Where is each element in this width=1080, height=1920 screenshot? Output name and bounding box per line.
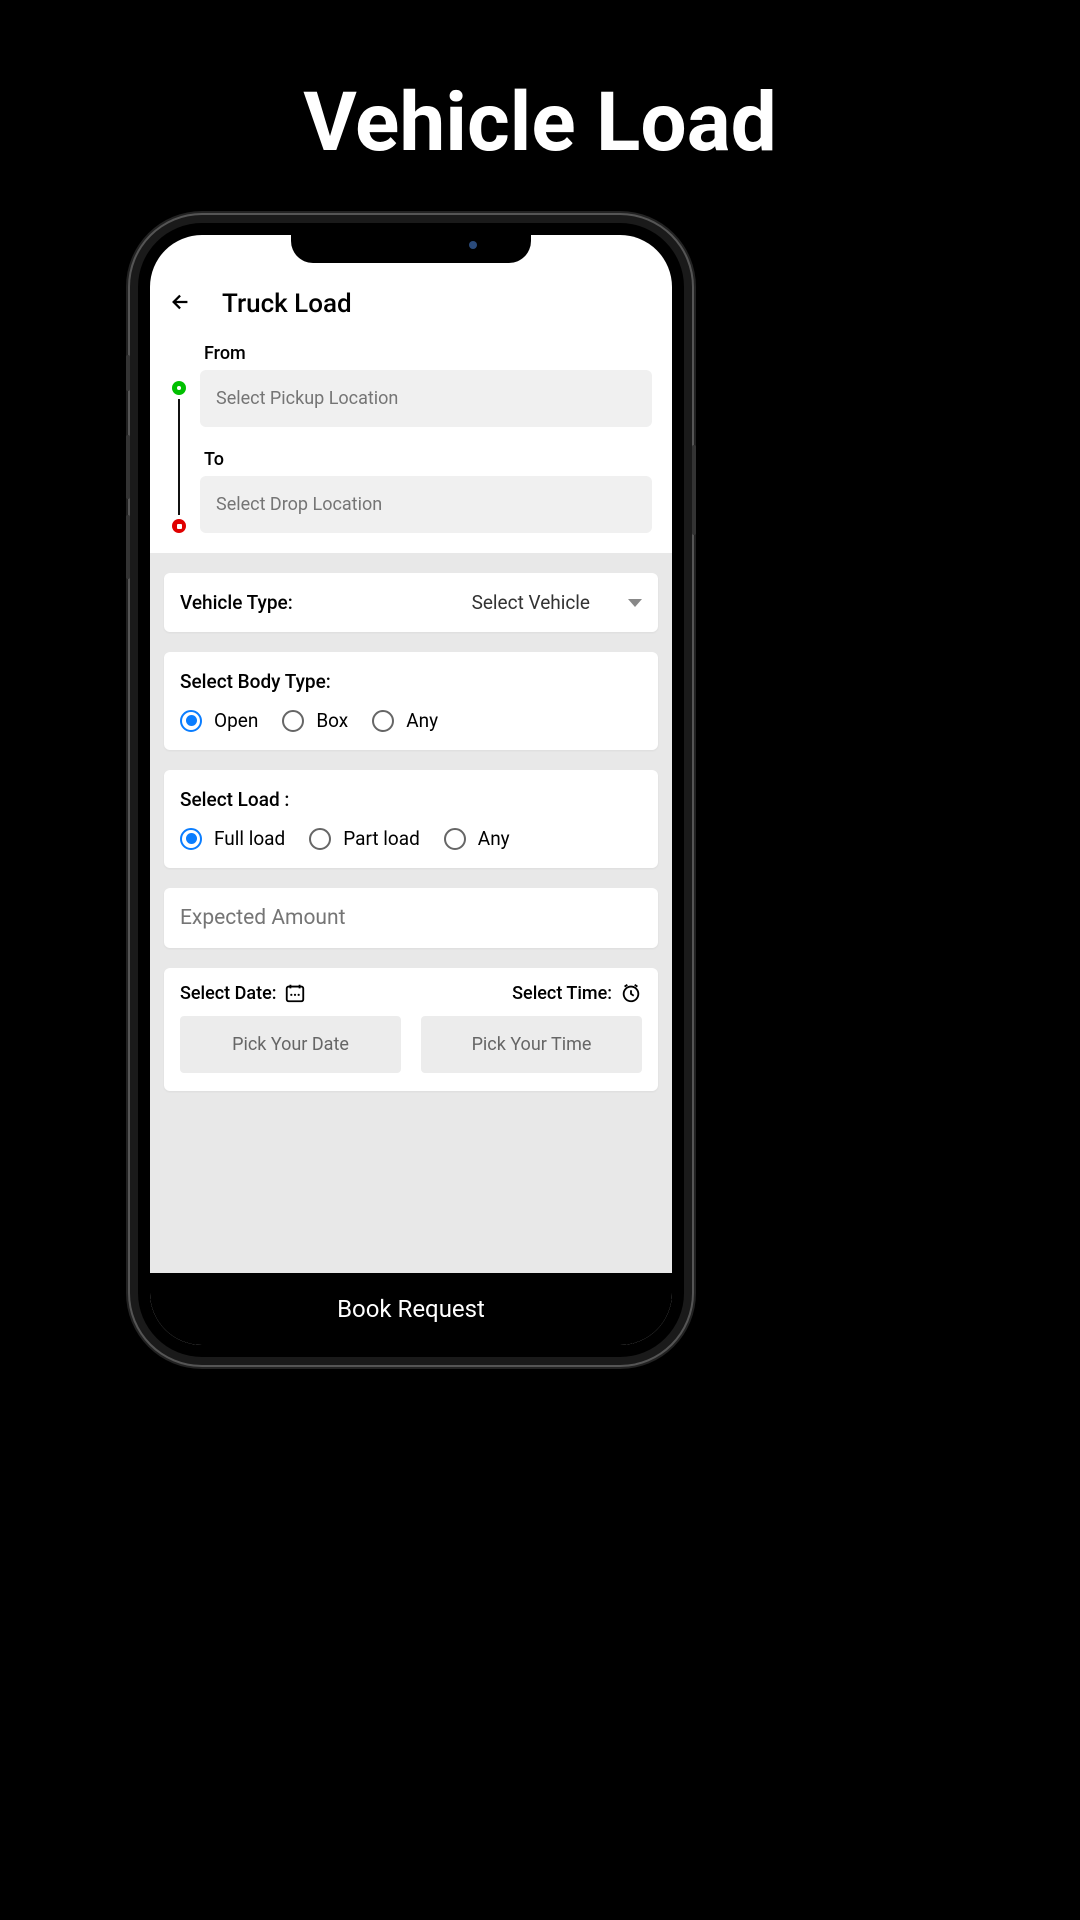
radio-label: Box	[316, 709, 348, 732]
load-option-full[interactable]: Full load	[180, 827, 285, 850]
body-type-option-box[interactable]: Box	[282, 709, 348, 732]
load-card: Select Load : Full load Part load	[164, 770, 658, 868]
radio-label: Full load	[214, 827, 285, 850]
phone-notch	[291, 223, 531, 263]
app-screen: Truck Load From To	[150, 235, 672, 1345]
screen-title: Truck Load	[222, 289, 352, 319]
load-option-part[interactable]: Part load	[309, 827, 420, 850]
phone-side-button	[692, 445, 696, 535]
radio-label: Part load	[343, 827, 420, 850]
radio-icon	[282, 710, 304, 732]
body-type-option-open[interactable]: Open	[180, 709, 258, 732]
radio-label: Any	[478, 827, 510, 850]
datetime-card: Select Date: Select Time: Pick Your Date…	[164, 968, 658, 1091]
pick-date-button[interactable]: Pick Your Date	[180, 1016, 401, 1073]
load-option-any[interactable]: Any	[444, 827, 510, 850]
calendar-icon	[284, 982, 306, 1004]
book-request-button[interactable]: Book Request	[150, 1273, 672, 1345]
form-area: Vehicle Type: Select Vehicle Select Body…	[150, 553, 672, 1273]
body-type-label: Select Body Type:	[180, 670, 642, 693]
vehicle-type-select[interactable]: Select Vehicle	[472, 591, 642, 614]
radio-icon	[180, 828, 202, 850]
drop-location-input[interactable]	[200, 476, 652, 533]
chevron-down-icon	[628, 599, 642, 607]
vehicle-type-label: Vehicle Type:	[180, 591, 293, 614]
radio-icon	[444, 828, 466, 850]
phone-side-button	[126, 355, 130, 391]
body-type-card: Select Body Type: Open Box	[164, 652, 658, 750]
select-time-label: Select Time:	[512, 982, 642, 1004]
vehicle-type-value: Select Vehicle	[472, 591, 590, 614]
expected-amount-card[interactable]	[164, 888, 658, 948]
select-date-label: Select Date:	[180, 982, 306, 1004]
vehicle-type-card[interactable]: Vehicle Type: Select Vehicle	[164, 573, 658, 632]
phone-side-button	[126, 515, 130, 579]
page-title: Vehicle Load	[0, 0, 1080, 171]
radio-label: Any	[406, 709, 438, 732]
radio-label: Open	[214, 709, 258, 732]
radio-icon	[309, 828, 331, 850]
location-section: From To	[150, 337, 672, 553]
pickup-marker-icon	[172, 381, 186, 395]
phone-side-button	[126, 435, 130, 499]
radio-icon	[372, 710, 394, 732]
back-icon[interactable]	[170, 290, 192, 318]
clock-icon	[620, 982, 642, 1004]
phone-frame: Truck Load From To	[130, 215, 692, 1365]
pickup-location-input[interactable]	[200, 370, 652, 427]
load-label: Select Load :	[180, 788, 642, 811]
pick-time-button[interactable]: Pick Your Time	[421, 1016, 642, 1073]
to-label: To	[200, 449, 652, 470]
from-label: From	[200, 343, 652, 364]
body-type-option-any[interactable]: Any	[372, 709, 438, 732]
route-line	[170, 337, 188, 533]
drop-marker-icon	[172, 519, 186, 533]
expected-amount-input[interactable]	[180, 906, 642, 930]
radio-icon	[180, 710, 202, 732]
